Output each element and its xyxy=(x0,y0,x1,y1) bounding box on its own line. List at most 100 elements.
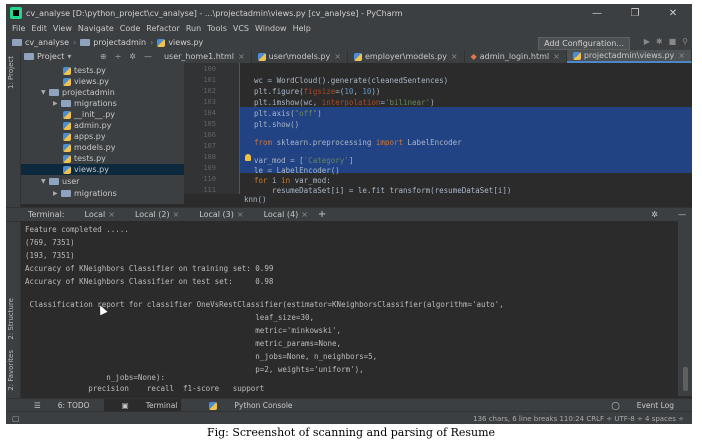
new-terminal-button[interactable]: + xyxy=(318,209,326,220)
tree-item-views-py-selected[interactable]: views.py xyxy=(21,164,184,175)
terminal-line: (193, 7351) xyxy=(25,251,75,260)
code-editor[interactable]: 100 101 102 103 104 105 106 107 108 109 … xyxy=(184,63,692,204)
terminal-line: leaf_size=30, xyxy=(25,313,314,322)
lightbulb-icon[interactable] xyxy=(245,154,251,161)
tree-item-admin-py[interactable]: admin.py xyxy=(63,120,111,131)
gear-icon[interactable]: ✲ xyxy=(129,52,136,61)
close-icon[interactable]: × xyxy=(334,52,341,61)
chevron-down-icon[interactable]: ▾ xyxy=(67,52,71,61)
menu-vcs[interactable]: VCS xyxy=(233,24,249,33)
tree-item-projectadmin[interactable]: ▼ projectadmin xyxy=(41,87,115,98)
tree-item-label: views.py xyxy=(74,165,109,174)
debug-icon[interactable]: ✱ xyxy=(656,37,663,46)
menu-refactor[interactable]: Refactor xyxy=(146,24,180,33)
navigation-bar: cv_analyse › projectadmin › views.py Add… xyxy=(6,35,692,51)
terminal-scrollbar[interactable] xyxy=(678,221,692,396)
status-info[interactable]: 136 chars, 6 line breaks 110:24 CRLF ÷ U… xyxy=(473,415,684,423)
tree-item-user[interactable]: ▼ user xyxy=(41,176,79,187)
expand-arrow-icon[interactable]: ▼ xyxy=(41,89,49,96)
python-file-icon xyxy=(63,121,71,130)
locate-icon[interactable]: ⊕ xyxy=(100,52,107,61)
scroll-thumb[interactable] xyxy=(683,367,688,391)
toggle-tool-windows-icon[interactable]: ▢ xyxy=(12,414,20,423)
tree-item-tests-py[interactable]: tests.py xyxy=(63,65,106,76)
code-line: var_mod = ['Category'] xyxy=(254,156,354,165)
minimize-button[interactable]: — xyxy=(578,8,616,19)
tree-item-apps-py[interactable]: apps.py xyxy=(63,131,106,142)
hide-icon[interactable]: — xyxy=(678,210,686,219)
tree-item-label: migrations xyxy=(74,99,117,108)
menu-view[interactable]: View xyxy=(53,24,72,33)
terminal-tab-local-3[interactable]: Local (3) × xyxy=(189,210,243,219)
line-number: 109 xyxy=(203,164,216,172)
tree-item-views-py[interactable]: views.py xyxy=(63,76,109,87)
menu-window[interactable]: Window xyxy=(255,24,287,33)
menu-navigate[interactable]: Navigate xyxy=(78,24,114,33)
current-function-label[interactable]: knn() xyxy=(244,195,267,204)
tree-item-migrations[interactable]: ▶ migrations xyxy=(53,188,117,199)
collapse-icon[interactable]: ÷ xyxy=(115,52,122,61)
terminal-icon: ▣ xyxy=(121,401,129,410)
close-icon[interactable]: × xyxy=(108,210,115,219)
line-number: 108 xyxy=(203,153,216,161)
tree-item-models-py[interactable]: models.py xyxy=(63,142,115,153)
terminal-tab-local[interactable]: Local × xyxy=(75,210,115,219)
breadcrumb-folder[interactable]: projectadmin xyxy=(93,38,146,47)
tab-employer-models-py[interactable]: employer\models.py × xyxy=(348,50,465,63)
terminal-line: metric_params=None, xyxy=(25,339,342,348)
menu-file[interactable]: File xyxy=(12,24,25,33)
python-file-icon xyxy=(63,77,71,86)
stop-icon[interactable]: ■ xyxy=(669,37,677,46)
close-button[interactable]: ✕ xyxy=(654,8,692,19)
project-tool-button[interactable]: 1: Project xyxy=(7,56,15,89)
line-number: 111 xyxy=(203,186,216,194)
project-view-selector[interactable]: Project xyxy=(37,52,64,61)
close-icon[interactable]: × xyxy=(301,210,308,219)
terminal-tab-local-2[interactable]: Local (2) × xyxy=(125,210,179,219)
tree-item-label: migrations xyxy=(74,189,117,198)
breadcrumb: cv_analyse › projectadmin › views.py xyxy=(12,38,203,47)
tab-user-models-py[interactable]: user\models.py × xyxy=(252,50,348,63)
collapse-arrow-icon[interactable]: ▶ xyxy=(53,190,61,197)
tree-item-label: tests.py xyxy=(74,154,106,163)
tab-label: Local (3) xyxy=(199,210,234,219)
close-icon[interactable]: × xyxy=(451,52,458,61)
project-tree: tests.py views.py ▼ projectadmin ▶ migrati… xyxy=(21,63,184,204)
menu-edit[interactable]: Edit xyxy=(31,24,47,33)
favorites-tool-button[interactable]: 2: Favorites xyxy=(7,350,15,391)
python-console-tool-button[interactable]: Python Console xyxy=(195,401,293,410)
search-icon[interactable]: ⚲ xyxy=(682,37,688,46)
tree-item-tests-py[interactable]: tests.py xyxy=(63,153,106,164)
event-log-button[interactable]: ◯ Event Log xyxy=(597,401,674,410)
menu-help[interactable]: Help xyxy=(293,24,311,33)
structure-tool-button[interactable]: 2: Structure xyxy=(7,298,15,340)
gear-icon[interactable]: ✲ xyxy=(651,210,658,219)
collapse-arrow-icon[interactable]: ▶ xyxy=(53,100,61,107)
breadcrumb-file[interactable]: views.py xyxy=(168,38,203,47)
tab-user-home1-html[interactable]: user_home1.html × xyxy=(158,50,252,63)
menu-code[interactable]: Code xyxy=(120,24,140,33)
terminal-output[interactable]: Feature completed ..... (769, 7351) (193… xyxy=(21,221,676,396)
tree-item-init-py[interactable]: __init__.py xyxy=(63,109,115,120)
run-icon[interactable]: ▶ xyxy=(644,37,650,46)
maximize-button[interactable]: ❐ xyxy=(616,8,654,19)
menu-run[interactable]: Run xyxy=(186,24,201,33)
todo-tool-button[interactable]: ☰ 6: TODO xyxy=(20,401,90,410)
close-icon[interactable]: × xyxy=(237,210,244,219)
close-icon[interactable]: × xyxy=(238,52,245,61)
tab-admin-login-html[interactable]: ◆ admin_login.html × xyxy=(465,50,567,63)
python-file-icon xyxy=(63,132,71,141)
close-icon[interactable]: × xyxy=(678,51,685,60)
menu-tools[interactable]: Tools xyxy=(207,24,227,33)
tab-projectadmin-views-py[interactable]: projectadmin\views.py × xyxy=(566,50,692,63)
tree-item-migrations[interactable]: ▶ migrations xyxy=(53,98,117,109)
hide-icon[interactable]: — xyxy=(144,52,152,61)
tab-label: Local xyxy=(84,210,106,219)
expand-arrow-icon[interactable]: ▼ xyxy=(41,178,49,185)
tree-item-label: admin.py xyxy=(74,121,112,130)
close-icon[interactable]: × xyxy=(173,210,180,219)
terminal-tab-local-4[interactable]: Local (4) × xyxy=(254,210,308,219)
close-icon[interactable]: × xyxy=(553,52,560,61)
add-configuration-button[interactable]: Add Configuration... xyxy=(538,37,630,50)
breadcrumb-project[interactable]: cv_analyse xyxy=(25,38,69,47)
